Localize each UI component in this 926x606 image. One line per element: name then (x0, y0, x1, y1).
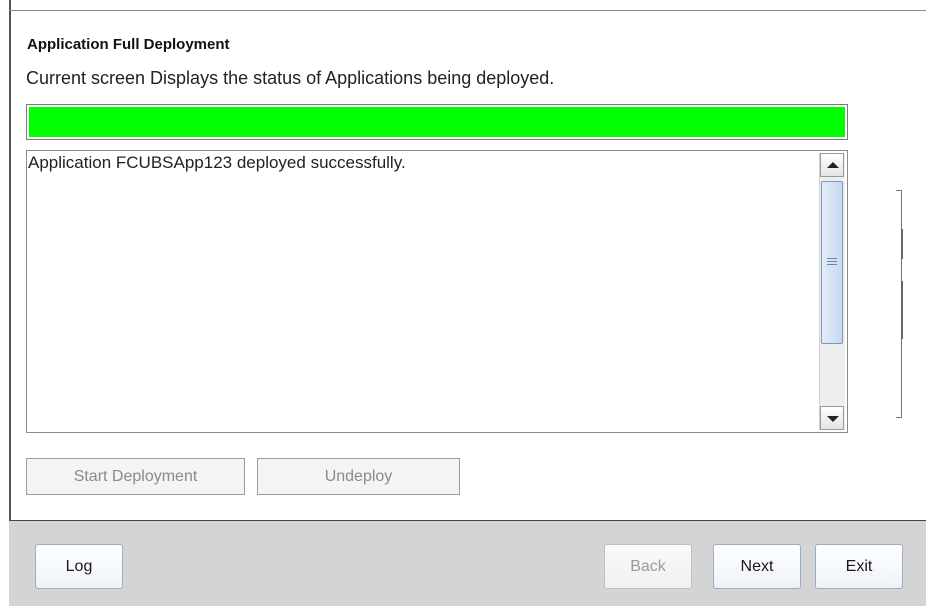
grip-line (827, 264, 837, 265)
log-scrollbar[interactable] (819, 153, 845, 430)
page-title: Application Full Deployment (27, 36, 230, 53)
log-line: Application FCUBSApp123 deployed success… (28, 153, 406, 172)
back-button[interactable]: Back (604, 544, 692, 589)
progress-fill (29, 107, 845, 137)
window-left-border (9, 0, 11, 520)
grip-line (827, 261, 837, 262)
scroll-down-button[interactable] (820, 406, 844, 430)
grip-line (827, 258, 837, 259)
log-button[interactable]: Log (35, 544, 123, 589)
exit-button[interactable]: Exit (815, 544, 903, 589)
undeploy-button[interactable]: Undeploy (257, 458, 460, 495)
window-top-border (9, 10, 926, 11)
arrow-down-icon (827, 416, 839, 422)
deployment-log-area[interactable]: Application FCUBSApp123 deployed success… (26, 150, 848, 433)
frame-tick (901, 309, 903, 339)
deployment-progress-bar (26, 104, 848, 140)
page-description: Current screen Displays the status of Ap… (26, 68, 555, 88)
frame-tick (901, 281, 903, 311)
start-deployment-button[interactable]: Start Deployment (26, 458, 245, 495)
next-button[interactable]: Next (713, 544, 801, 589)
background-frame-edge (896, 190, 903, 418)
frame-tick (901, 229, 903, 259)
arrow-up-icon (827, 162, 839, 168)
scroll-thumb[interactable] (821, 181, 843, 344)
scroll-up-button[interactable] (820, 153, 844, 177)
